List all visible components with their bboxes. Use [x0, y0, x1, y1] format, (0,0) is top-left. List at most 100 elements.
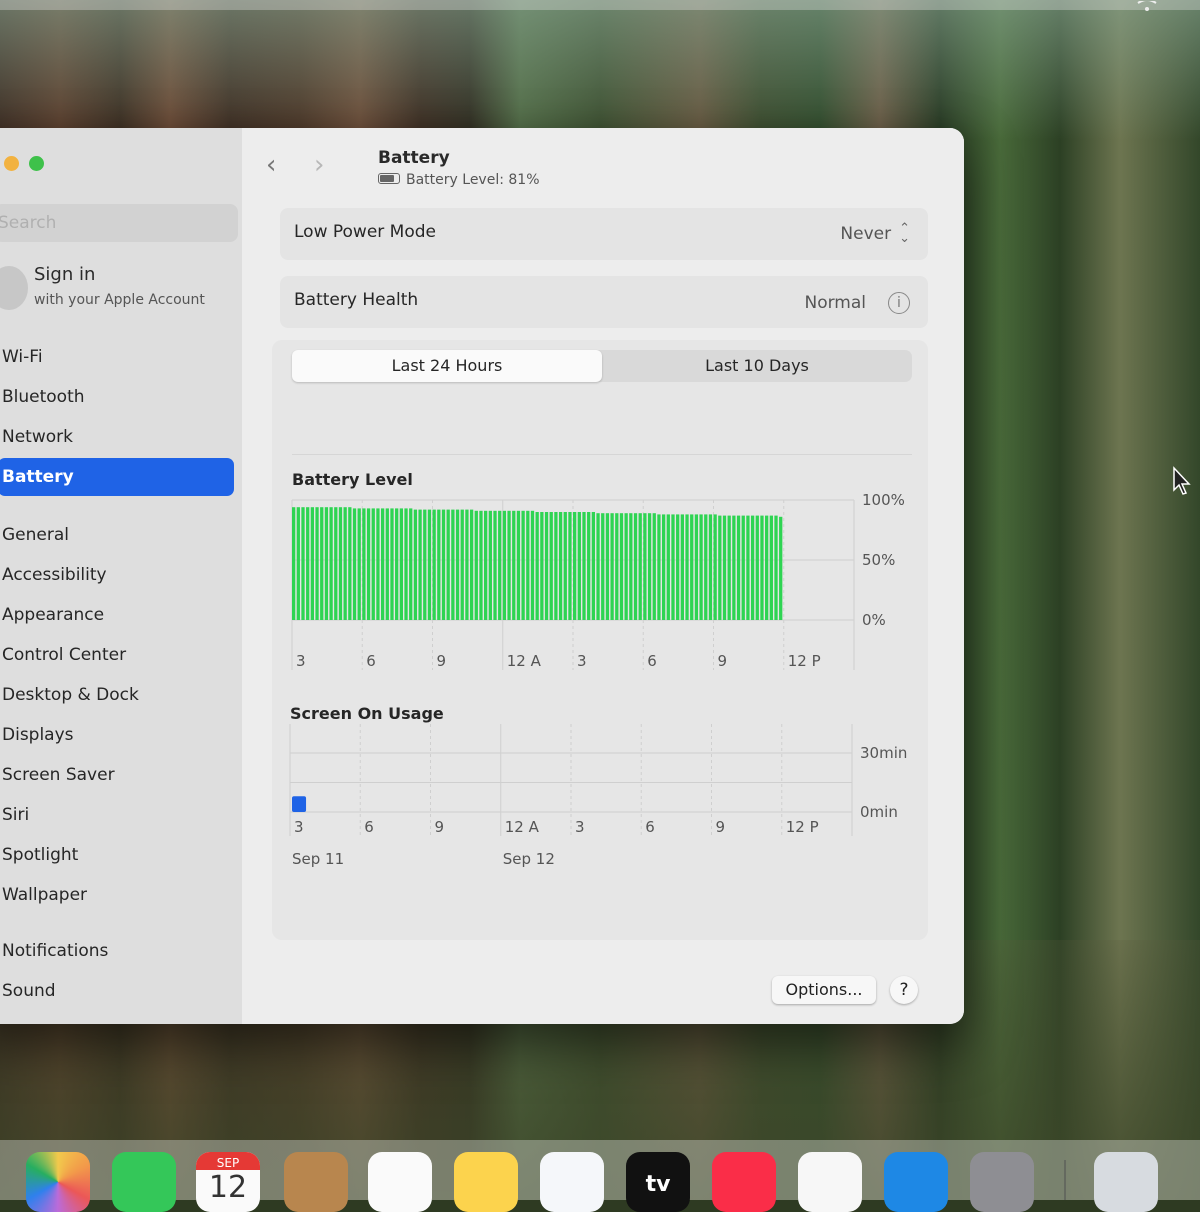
reminders-app-icon[interactable] — [368, 1152, 432, 1212]
battery-level-bar — [404, 508, 408, 620]
battery-level-bar — [320, 507, 324, 620]
battery-level-bar — [638, 513, 642, 620]
battery-level-bar — [694, 514, 699, 620]
battery-level-bar — [484, 510, 488, 620]
battery-level-bar — [455, 509, 460, 620]
battery-level-bar — [582, 512, 586, 620]
battery-level-bar — [427, 509, 432, 620]
system-settings-window: Search Sign in with your Apple Account W… — [0, 128, 964, 1024]
battery-level-chart: 100% 50% 0% 3 6 9 12 A 3 6 9 12 P — [291, 491, 905, 670]
battery-level-bar — [357, 508, 361, 620]
sidebar-item-screen-saver[interactable]: Screen Saver — [0, 756, 234, 794]
low-power-mode-row: Low Power Mode Never ⌃ ⌄ — [280, 208, 928, 260]
battery-level-bar — [750, 515, 755, 620]
info-icon[interactable]: i — [888, 292, 910, 314]
battery-level-bar — [685, 514, 689, 620]
sidebar-item-wallpaper[interactable]: Wallpaper — [0, 876, 234, 914]
calendar-app-icon[interactable]: SEP 12 — [196, 1152, 260, 1212]
sidebar-item-wi-fi[interactable]: Wi-Fi — [0, 338, 234, 376]
wifi-icon[interactable] — [1136, 0, 1158, 14]
low-power-mode-label: Low Power Mode — [294, 222, 437, 242]
contacts-app-icon[interactable] — [284, 1152, 348, 1212]
battery-level-bar — [549, 512, 553, 620]
page-title: Battery — [378, 148, 450, 168]
battery-level-bar — [615, 513, 619, 620]
battery-level-bar — [779, 516, 783, 620]
divider — [292, 454, 912, 455]
system-settings-app-icon[interactable] — [970, 1152, 1034, 1212]
forward-chevron-icon[interactable]: › — [314, 150, 324, 180]
freeform-app-icon[interactable] — [540, 1152, 604, 1212]
low-power-mode-select[interactable]: Never ⌃ ⌄ — [840, 222, 910, 245]
sidebar-item-network[interactable]: Network — [0, 418, 234, 456]
battery-level-bar — [774, 515, 778, 620]
battery-level-bar — [296, 507, 300, 620]
back-chevron-icon[interactable]: ‹ — [266, 150, 276, 180]
tab-last-24-hours[interactable]: Last 24 Hours — [292, 350, 602, 382]
app-store-icon[interactable] — [884, 1152, 948, 1212]
screen-on-usage-bar — [292, 796, 307, 812]
tab-last-10-days[interactable]: Last 10 Days — [602, 350, 912, 382]
zoom-button[interactable] — [29, 156, 44, 171]
dock-separator — [1064, 1160, 1066, 1200]
battery-level-bar — [676, 514, 680, 620]
apple-tv-app-icon[interactable]: tv — [626, 1152, 690, 1212]
sidebar-item-battery[interactable]: Battery — [0, 458, 234, 496]
wallpaper-sky — [0, 0, 1200, 140]
battery-level-bar — [760, 515, 764, 620]
x-tick-label: 12 P — [786, 818, 819, 836]
preview-app-icon[interactable] — [1094, 1152, 1158, 1212]
battery-level-bar — [502, 510, 507, 620]
battery-level-bar — [643, 513, 647, 620]
battery-level-bar — [469, 509, 474, 620]
tv-label: tv — [645, 1172, 671, 1197]
battery-level-bar — [690, 514, 694, 620]
sidebar-item-appearance[interactable]: Appearance — [0, 596, 234, 634]
notes-app-icon[interactable] — [454, 1152, 518, 1212]
help-button[interactable]: ? — [890, 976, 918, 1004]
battery-level-bar — [380, 508, 385, 620]
battery-level-bar — [474, 510, 478, 620]
battery-health-row: Battery Health Normal i — [280, 276, 928, 328]
battery-level-bar — [371, 508, 375, 620]
sidebar-item-siri[interactable]: Siri — [0, 796, 234, 834]
battery-level-bar — [563, 512, 567, 620]
battery-level-bar — [399, 508, 403, 620]
usage-history-panel: Last 24 Hours Last 10 Days Battery Level… — [272, 340, 928, 940]
sidebar-item-notifications[interactable]: Notifications — [0, 932, 234, 970]
battery-level-bar — [451, 509, 455, 620]
facetime-app-icon[interactable] — [112, 1152, 176, 1212]
x-tick-label: 9 — [435, 818, 445, 836]
sidebar-item-desktop-dock[interactable]: Desktop & Dock — [0, 676, 234, 714]
photos-app-icon[interactable] — [26, 1152, 90, 1212]
news-app-icon[interactable] — [798, 1152, 862, 1212]
battery-level-bar — [395, 508, 399, 620]
battery-level-bar — [540, 512, 544, 620]
options-button[interactable]: Options... — [772, 976, 876, 1004]
screen-on-usage-chart: 60min30min0min36912 A36912 PSep 11Sep 12 — [289, 724, 907, 868]
sidebar-item-displays[interactable]: Displays — [0, 716, 234, 754]
battery-level-bar — [348, 507, 352, 620]
battery-pane: ‹ › Battery Battery Level: 81% Low Power… — [242, 128, 964, 1024]
x-tick-label: 3 — [296, 652, 306, 670]
x-tick-label: 12 P — [788, 652, 821, 670]
music-app-icon[interactable] — [712, 1152, 776, 1212]
battery-level-bar — [568, 512, 572, 620]
minimize-button[interactable] — [4, 156, 19, 171]
search-input[interactable]: Search — [0, 204, 238, 242]
sidebar-item-spotlight[interactable]: Spotlight — [0, 836, 234, 874]
battery-level-bar — [708, 514, 713, 620]
sidebar-item-sound[interactable]: Sound — [0, 972, 234, 1010]
sidebar-item-general[interactable]: General — [0, 516, 234, 554]
battery-level-bar — [479, 510, 483, 620]
x-tick-label: 3 — [575, 818, 585, 836]
battery-health-label: Battery Health — [294, 290, 419, 310]
x-tick-label: 12 A — [505, 818, 540, 836]
battery-level-bar — [652, 513, 656, 620]
sidebar-item-accessibility[interactable]: Accessibility — [0, 556, 234, 594]
sidebar-item-control-center[interactable]: Control Center — [0, 636, 234, 674]
battery-level-bar — [713, 514, 717, 620]
battery-level-bar — [446, 509, 450, 620]
sidebar-item-bluetooth[interactable]: Bluetooth — [0, 378, 234, 416]
battery-level-bar — [727, 515, 731, 620]
